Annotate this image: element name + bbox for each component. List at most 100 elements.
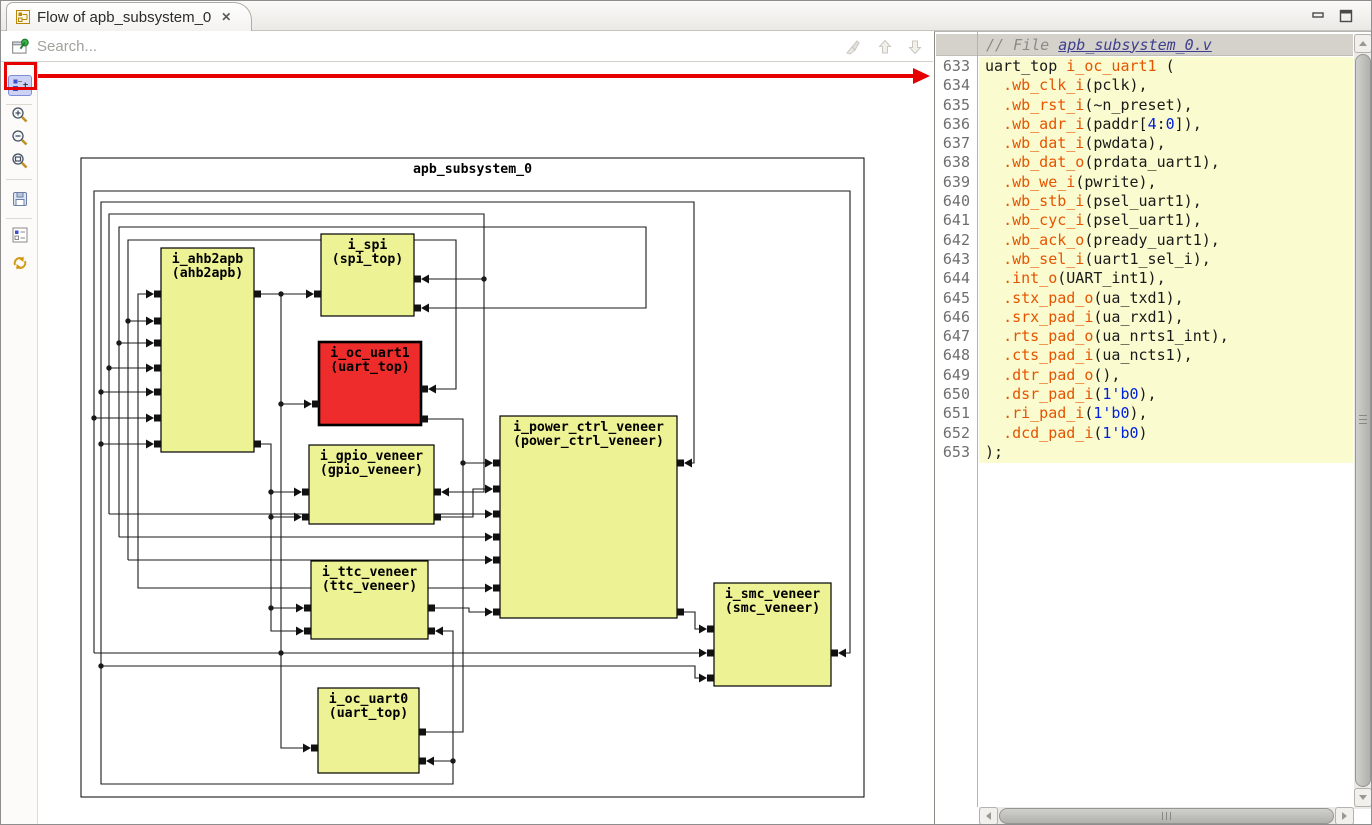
next-arrow-icon[interactable] xyxy=(905,37,925,57)
port xyxy=(428,628,435,635)
wire xyxy=(261,294,303,748)
horizontal-scrollbar-thumb[interactable] xyxy=(999,808,1334,824)
file-link[interactable]: apb_subsystem_0.v xyxy=(1058,36,1212,54)
port-arrow-in xyxy=(146,388,154,397)
code-line: .dsr_pad_i(1'b0), xyxy=(985,385,1353,404)
junction-dot xyxy=(98,441,103,446)
filter-options-icon[interactable] xyxy=(11,226,29,244)
block-ttc[interactable]: i_ttc_veneer(ttc_veneer) xyxy=(311,561,428,639)
block-instance-label: i_ttc_veneer xyxy=(322,564,417,580)
line-number: 640 xyxy=(936,192,977,211)
port-arrow-in xyxy=(294,488,302,497)
diagram-toolbar-rail: t xyxy=(1,62,38,825)
block-module-label: (uart_top) xyxy=(329,706,408,721)
junction-dot xyxy=(98,389,103,394)
tab-close-icon[interactable]: ✕ xyxy=(219,10,233,24)
block-ahb2apb[interactable]: i_ahb2apb(ahb2apb) xyxy=(161,248,254,452)
port xyxy=(493,511,500,518)
block-instance-label: i_smc_veneer xyxy=(725,586,820,602)
port xyxy=(154,389,161,396)
block-module-label: (uart_top) xyxy=(330,360,409,375)
port xyxy=(421,386,428,393)
port xyxy=(493,534,500,541)
port-arrow-in xyxy=(485,459,493,468)
block-uart0[interactable]: i_oc_uart0(uart_top) xyxy=(318,688,419,773)
port xyxy=(493,557,500,564)
search-input[interactable] xyxy=(35,34,675,58)
port-arrow-in xyxy=(146,290,154,299)
port-arrow-in xyxy=(699,674,707,683)
port xyxy=(421,416,428,423)
port-arrow-in xyxy=(303,744,311,753)
port xyxy=(493,486,500,493)
port xyxy=(254,441,261,448)
port xyxy=(312,401,319,408)
junction-dot xyxy=(460,460,465,465)
line-number: 647 xyxy=(936,327,977,346)
port xyxy=(302,489,309,496)
code-line: .wb_ack_o(pready_uart1), xyxy=(985,231,1353,250)
scroll-left-icon[interactable] xyxy=(979,807,998,825)
junction-dot xyxy=(268,514,273,519)
maximize-view-icon[interactable] xyxy=(1335,6,1357,26)
junction-dot xyxy=(278,650,283,655)
zoom-out-icon[interactable] xyxy=(11,129,29,147)
line-number: 652 xyxy=(936,424,977,443)
annotation-arrow-head xyxy=(913,68,930,84)
block-gpio[interactable]: i_gpio_veneer(gpio_veneer) xyxy=(309,445,434,524)
line-number: 650 xyxy=(936,385,977,404)
app-window: Flow of apb_subsystem_0 ✕ xyxy=(0,0,1372,825)
scroll-down-icon[interactable] xyxy=(1354,788,1372,807)
line-number: 648 xyxy=(936,346,977,365)
port xyxy=(311,745,318,752)
zoom-fit-icon[interactable] xyxy=(11,152,29,170)
code-line: .srx_pad_i(ua_rxd1), xyxy=(985,308,1353,327)
junction-dot xyxy=(116,340,121,345)
port xyxy=(434,514,441,521)
previous-arrow-icon[interactable] xyxy=(875,37,895,57)
minimize-view-icon[interactable] xyxy=(1307,6,1329,26)
block-smc[interactable]: i_smc_veneer(smc_veneer) xyxy=(714,583,831,686)
code-line: .int_o(UART_int1), xyxy=(985,269,1353,288)
code-line: .wb_stb_i(psel_uart1), xyxy=(985,192,1353,211)
source-code-panel: // File apb_subsystem_0.v 63363463563663… xyxy=(934,31,1372,825)
wire xyxy=(684,612,699,629)
line-number-gutter: 6336346356366376386396406416426436446456… xyxy=(936,57,977,462)
code-line: .wb_cyc_i(psel_uart1), xyxy=(985,211,1353,230)
port xyxy=(493,609,500,616)
separator xyxy=(6,104,32,105)
port xyxy=(707,626,714,633)
scroll-right-icon[interactable] xyxy=(1335,807,1354,825)
port-arrow-in xyxy=(146,317,154,326)
junction-dot xyxy=(106,365,111,370)
block-module-label: (gpio_veneer) xyxy=(320,462,423,478)
port-arrow-in xyxy=(435,627,443,636)
port-arrow-in xyxy=(485,608,493,617)
block-power[interactable]: i_power_ctrl_veneer(power_ctrl_veneer) xyxy=(500,416,677,618)
port-arrow-in xyxy=(146,414,154,423)
schematic-canvas[interactable]: apb_subsystem_0i_ahb2apb(ahb2apb)i_spi(s… xyxy=(38,62,933,825)
vertical-scrollbar-thumb[interactable] xyxy=(1355,54,1371,787)
save-icon[interactable] xyxy=(11,190,29,208)
block-spi[interactable]: i_spi(spi_top) xyxy=(321,234,414,316)
zoom-in-icon[interactable] xyxy=(11,106,29,124)
pinned-editor-icon[interactable] xyxy=(11,37,31,57)
refresh-icon[interactable] xyxy=(11,254,29,272)
port-arrow-in xyxy=(306,290,314,299)
junction-dot xyxy=(268,605,273,610)
line-number: 653 xyxy=(936,443,977,462)
line-number: 645 xyxy=(936,289,977,308)
clear-highlight-icon[interactable] xyxy=(843,37,863,57)
port xyxy=(154,291,161,298)
block-instance-label: i_power_ctrl_veneer xyxy=(513,419,664,435)
port-arrow-in xyxy=(296,604,304,613)
block-uart1[interactable]: i_oc_uart1(uart_top) xyxy=(319,342,421,425)
block-module-label: (spi_top) xyxy=(332,251,403,267)
scroll-up-icon[interactable] xyxy=(1354,34,1372,53)
line-number: 637 xyxy=(936,134,977,153)
code-line: .wb_we_i(pwrite), xyxy=(985,173,1353,192)
tab-flow-of-apb-subsystem-0[interactable]: Flow of apb_subsystem_0 ✕ xyxy=(6,2,252,31)
separator xyxy=(6,179,32,180)
junction-dot xyxy=(91,415,96,420)
port xyxy=(493,460,500,467)
